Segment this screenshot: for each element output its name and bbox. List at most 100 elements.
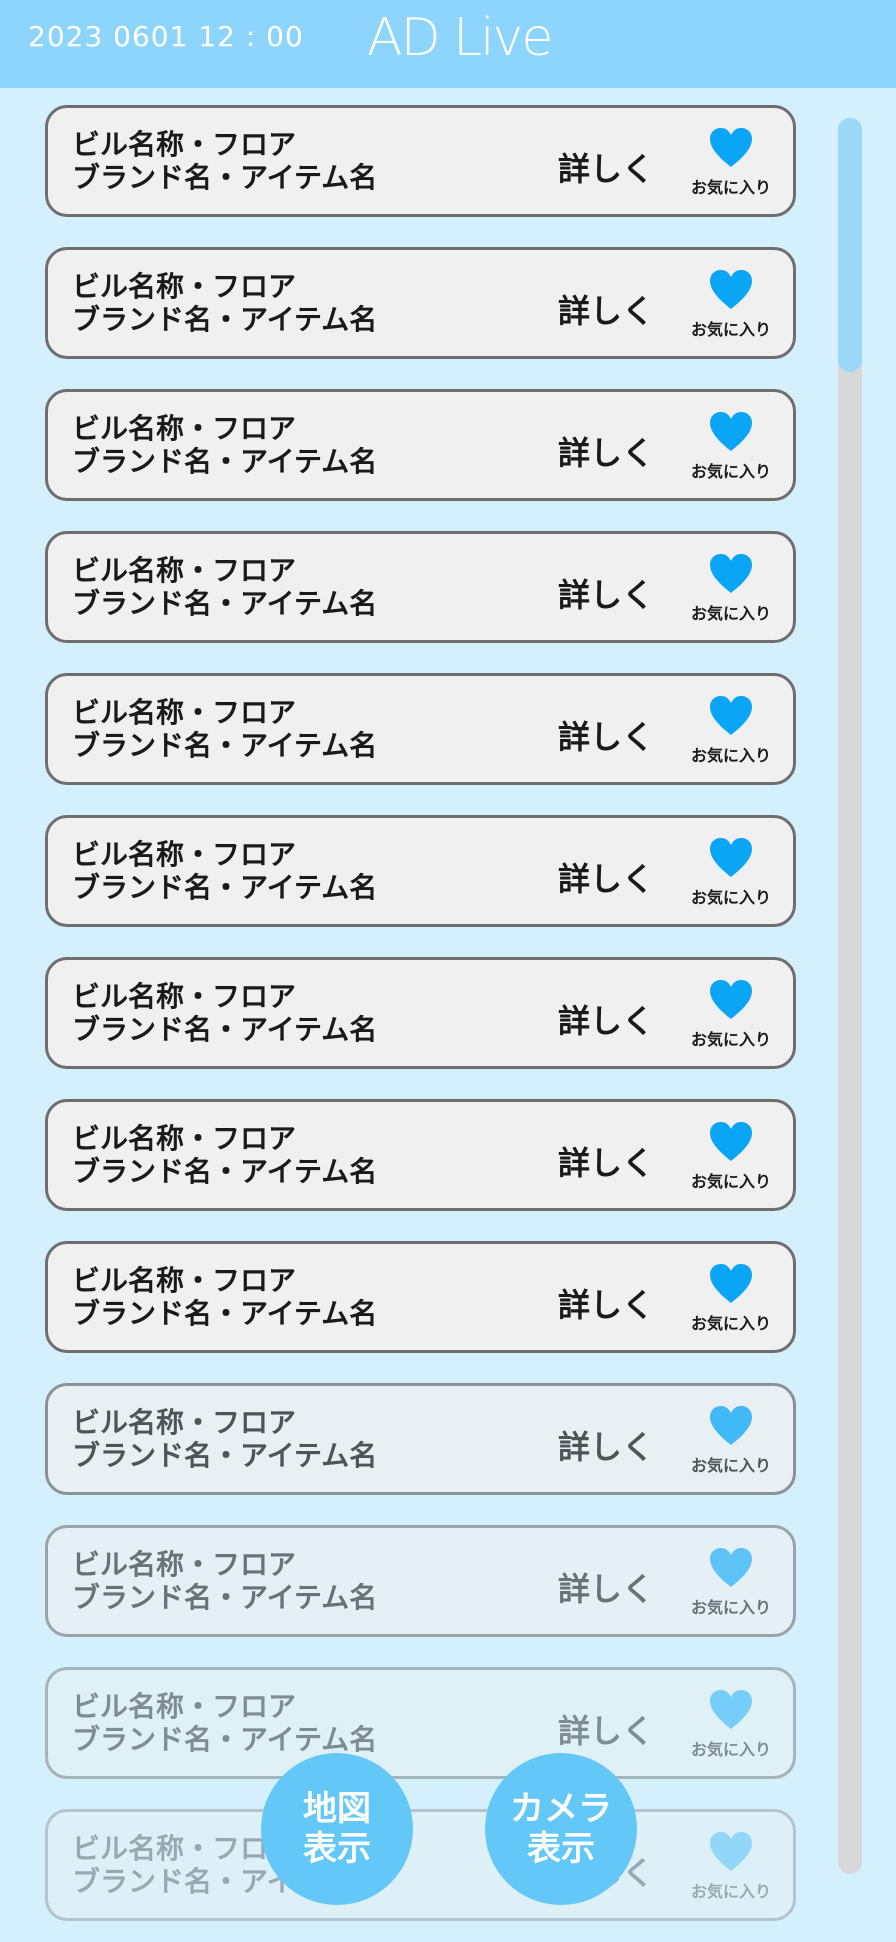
camera-view-button[interactable]: カメラ 表示 [485, 1753, 637, 1905]
building-floor-label: ビル名称・フロア [72, 1122, 297, 1155]
heart-icon [710, 270, 752, 309]
heart-icon [710, 980, 752, 1019]
brand-item-label: ブランド名・アイテム名 [72, 303, 378, 336]
map-view-button[interactable]: 地図 表示 [261, 1753, 413, 1905]
brand-item-label: ブランド名・アイテム名 [72, 1297, 378, 1330]
list-item[interactable]: ビル名称・フロアブランド名・アイテム名 詳しくお気に入り [45, 1525, 796, 1637]
list-item[interactable]: ビル名称・フロアブランド名・アイテム名 詳しくお気に入り [45, 1241, 796, 1353]
favorite-button[interactable]: お気に入り [686, 1120, 776, 1200]
item-text: ビル名称・フロア ブランド名・アイテム名 [72, 270, 377, 336]
scrollbar[interactable] [838, 118, 862, 1874]
details-button[interactable]: 詳しく [558, 996, 654, 1042]
item-text: ビル名称・フロア ブランド名・アイテム名 [72, 1122, 377, 1188]
brand-item-label: ブランド名・アイテム名 [72, 1439, 378, 1472]
details-button[interactable]: 詳しく [558, 1280, 654, 1326]
building-floor-label: ビル名称・フロア [72, 1690, 297, 1723]
details-button[interactable]: 詳しく [558, 712, 654, 758]
app-title: AD Live [367, 8, 553, 68]
item-text: ビル名称・フロア ブランド名・アイテム名 [72, 1264, 377, 1330]
heart-icon [710, 1548, 752, 1587]
favorite-button[interactable]: お気に入り [686, 1830, 776, 1910]
favorite-label: お気に入り [690, 888, 771, 907]
brand-item-label: ブランド名・アイテム名 [72, 1723, 378, 1756]
building-floor-label: ビル名称・フロア [72, 838, 297, 871]
list-item[interactable]: ビル名称・フロアブランド名・アイテム名 詳しくお気に入り [45, 1383, 796, 1495]
favorite-button[interactable]: お気に入り [686, 410, 776, 490]
list-item[interactable]: ビル名称・フロアブランド名・アイテム名 詳しくお気に入り [45, 957, 796, 1069]
item-text: ビル名称・フロア ブランド名・アイテム名 [72, 1406, 377, 1472]
heart-icon [710, 1264, 752, 1303]
datetime-display: 2023 0601 12 : 00 [28, 20, 304, 53]
map-view-button-label: 地図 表示 [303, 1789, 371, 1869]
building-floor-label: ビル名称・フロア [72, 554, 297, 587]
list-item[interactable]: ビル名称・フロアブランド名・アイテム名 詳しくお気に入り [45, 389, 796, 501]
item-text: ビル名称・フロア ブランド名・アイテム名 [72, 412, 377, 478]
details-button[interactable]: 詳しく [558, 286, 654, 332]
building-floor-label: ビル名称・フロア [72, 128, 297, 161]
favorite-button[interactable]: お気に入り [686, 836, 776, 916]
list-item[interactable]: ビル名称・フロアブランド名・アイテム名 詳しくお気に入り [45, 105, 796, 217]
building-floor-label: ビル名称・フロア [72, 980, 297, 1013]
item-text: ビル名称・フロア ブランド名・アイテム名 [72, 554, 377, 620]
favorite-label: お気に入り [690, 1456, 771, 1475]
brand-item-label: ブランド名・アイテム名 [72, 1155, 378, 1188]
app-header: 2023 0601 12 : 00 AD Live [0, 0, 896, 88]
favorite-label: お気に入り [690, 1172, 771, 1191]
favorite-label: お気に入り [690, 1030, 771, 1049]
details-button[interactable]: 詳しく [558, 428, 654, 474]
list-item[interactable]: ビル名称・フロアブランド名・アイテム名詳しくお気に入り [45, 1809, 796, 1921]
list-item[interactable]: ビル名称・フロアブランド名・アイテム名 詳しくお気に入り [45, 673, 796, 785]
favorite-button[interactable]: お気に入り [686, 1688, 776, 1768]
favorite-button[interactable]: お気に入り [686, 1262, 776, 1342]
item-text: ビル名称・フロア ブランド名・アイテム名 [72, 1690, 377, 1756]
building-floor-label: ビル名称・フロア [72, 412, 297, 445]
favorite-label: お気に入り [690, 462, 771, 481]
list-item[interactable]: ビル名称・フロアブランド名・アイテム名 詳しくお気に入り [45, 531, 796, 643]
building-floor-label: ビル名称・フロア [72, 1264, 297, 1297]
details-button[interactable]: 詳しく [558, 570, 654, 616]
favorite-button[interactable]: お気に入り [686, 1546, 776, 1626]
item-text: ビル名称・フロア ブランド名・アイテム名 [72, 696, 377, 762]
details-button[interactable]: 詳しく [558, 1422, 654, 1468]
details-button[interactable]: 詳しく [558, 1564, 654, 1610]
brand-item-label: ブランド名・アイテム名 [72, 729, 378, 762]
favorite-label: お気に入り [690, 178, 771, 197]
heart-icon [710, 838, 752, 877]
building-floor-label: ビル名称・フロア [72, 696, 297, 729]
brand-item-label: ブランド名・アイテム名 [72, 1013, 378, 1046]
heart-icon [710, 1406, 752, 1445]
details-button[interactable]: 詳しく [558, 1138, 654, 1184]
details-button[interactable]: 詳しく [558, 854, 654, 900]
favorite-button[interactable]: お気に入り [686, 978, 776, 1058]
favorite-label: お気に入り [690, 746, 771, 765]
heart-icon [710, 1122, 752, 1161]
favorite-label: お気に入り [690, 1740, 771, 1759]
favorite-button[interactable]: お気に入り [686, 694, 776, 774]
favorite-button[interactable]: お気に入り [686, 268, 776, 348]
favorite-label: お気に入り [690, 1882, 771, 1901]
item-text: ビル名称・フロア ブランド名・アイテム名 [72, 1548, 377, 1614]
favorite-button[interactable]: お気に入り [686, 1404, 776, 1484]
heart-icon [710, 128, 752, 167]
heart-icon [710, 1832, 752, 1871]
favorite-label: お気に入り [690, 1314, 771, 1333]
list-item[interactable]: ビル名称・フロアブランド名・アイテム名 詳しくお気に入り [45, 815, 796, 927]
details-button[interactable]: 詳しく [558, 1706, 654, 1752]
brand-item-label: ブランド名・アイテム名 [72, 871, 378, 904]
heart-icon [710, 412, 752, 451]
list-item[interactable]: ビル名称・フロアブランド名・アイテム名 詳しくお気に入り [45, 1099, 796, 1211]
item-text: ビル名称・フロア ブランド名・アイテム名 [72, 128, 377, 194]
list-item[interactable]: ビル名称・フロアブランド名・アイテム名 詳しくお気に入り [45, 1667, 796, 1779]
scrollbar-thumb[interactable] [838, 118, 862, 372]
building-floor-label: ビル名称・フロア [72, 270, 297, 303]
list-item[interactable]: ビル名称・フロアブランド名・アイテム名 詳しくお気に入り [45, 247, 796, 359]
details-button[interactable]: 詳しく [558, 144, 654, 190]
heart-icon [710, 1690, 752, 1729]
item-text: ビル名称・フロア ブランド名・アイテム名 [72, 980, 377, 1046]
favorite-button[interactable]: お気に入り [686, 126, 776, 206]
brand-item-label: ブランド名・アイテム名 [72, 161, 378, 194]
favorite-button[interactable]: お気に入り [686, 552, 776, 632]
item-text: ビル名称・フロア ブランド名・アイテム名 [72, 838, 377, 904]
heart-icon [710, 554, 752, 593]
camera-view-button-label: カメラ 表示 [510, 1789, 612, 1869]
